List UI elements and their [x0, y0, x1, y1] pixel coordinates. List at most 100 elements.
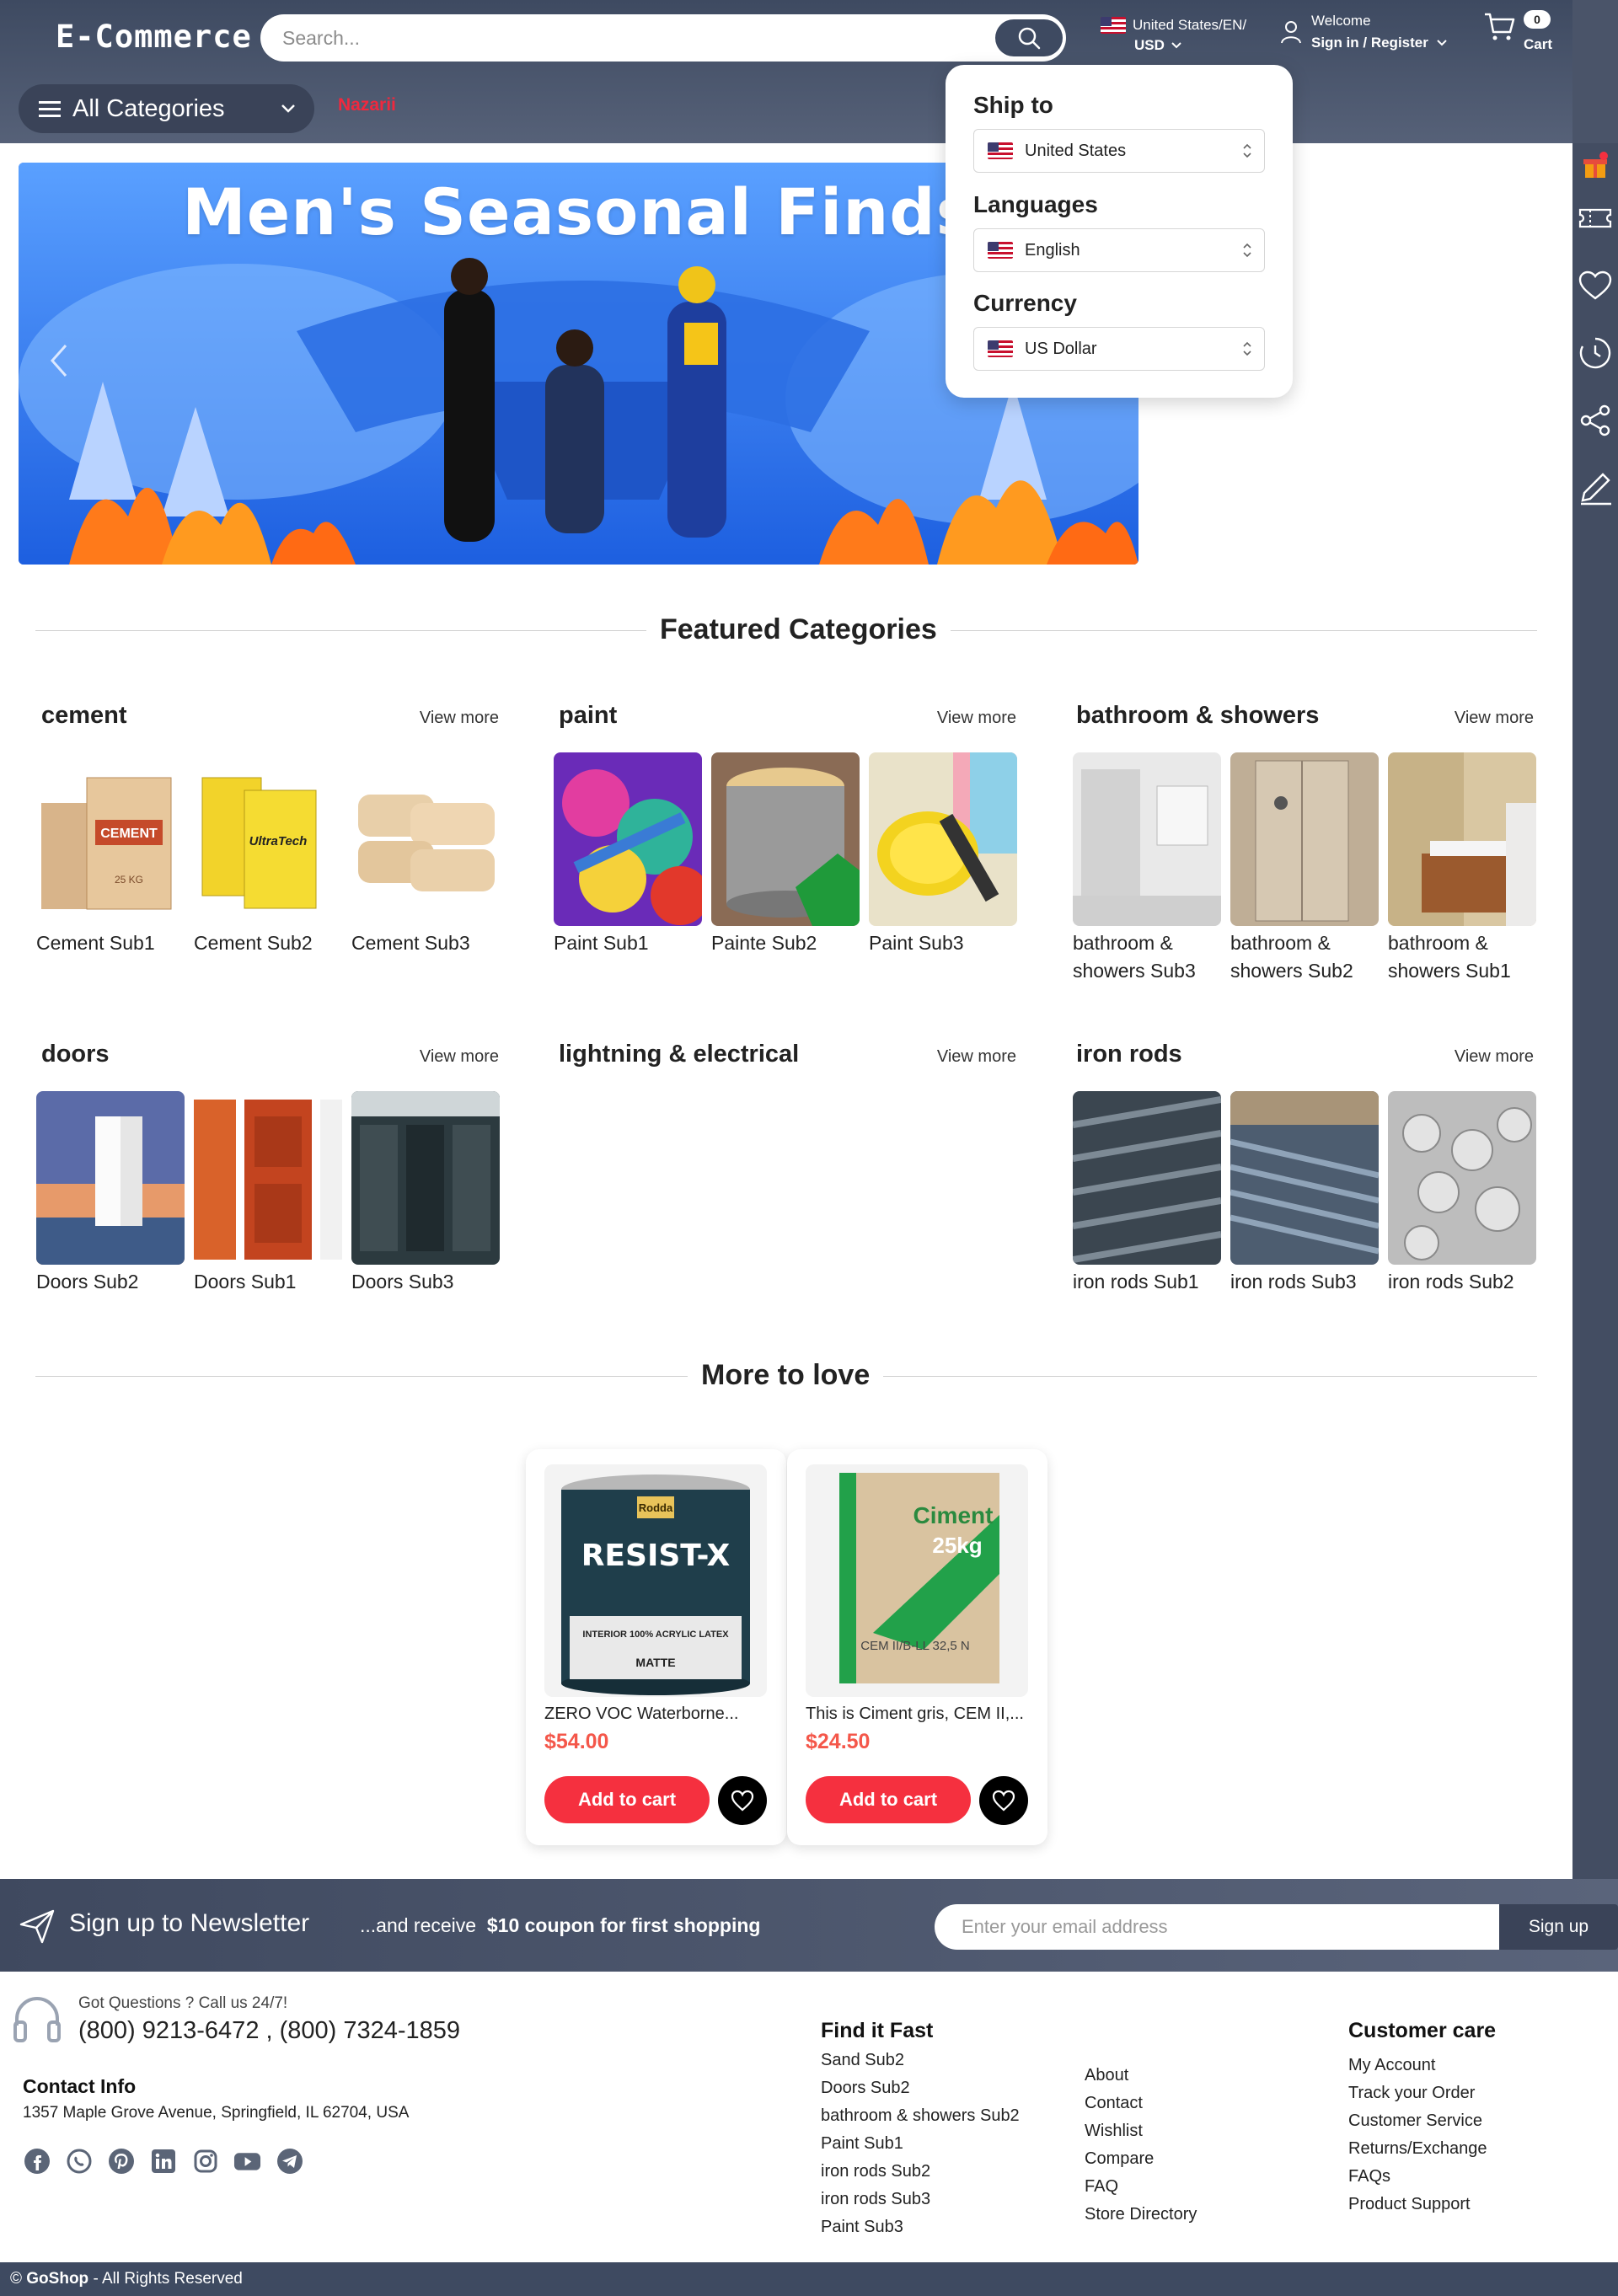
- product-card[interactable]: Rodda RESIST-X INTERIOR 100% ACRYLIC LATEX…: [526, 1449, 786, 1845]
- gift-button[interactable]: [1572, 143, 1618, 189]
- copyright-text: - All Rights Reserved: [93, 2270, 243, 2288]
- category-title[interactable]: bathroom & showers: [1076, 702, 1319, 730]
- languages-select[interactable]: English: [973, 228, 1265, 272]
- subcategory-tile[interactable]: iron rods Sub3: [1230, 1091, 1379, 1296]
- site-logo[interactable]: E-Commerce: [56, 19, 252, 55]
- iron-rods-image: [1230, 1091, 1379, 1265]
- locale-currency: USD: [1134, 37, 1165, 53]
- footer-link[interactable]: FAQ: [1085, 2173, 1197, 2201]
- share-icon: [1580, 404, 1610, 436]
- footer-link[interactable]: Contact: [1085, 2090, 1197, 2117]
- chevron-left-icon[interactable]: [49, 342, 69, 379]
- product-name[interactable]: This is Ciment gris, CEM II,...: [806, 1705, 1024, 1724]
- product-image: Rodda RESIST-X INTERIOR 100% ACRYLIC LATEX…: [544, 1464, 767, 1697]
- view-more-link[interactable]: View more: [937, 1047, 1016, 1067]
- category-title[interactable]: doors: [41, 1041, 110, 1068]
- currency-select[interactable]: US Dollar: [973, 327, 1265, 371]
- subcategory-tile[interactable]: Cement Sub3: [351, 752, 500, 957]
- nav-link-nazarii[interactable]: Nazarii: [338, 95, 396, 115]
- newsletter-email-input[interactable]: [935, 1904, 1499, 1950]
- product-image-text: INTERIOR 100% ACRYLIC LATEX: [582, 1630, 729, 1640]
- product-name[interactable]: ZERO VOC Waterborne...: [544, 1705, 738, 1724]
- whatsapp-icon[interactable]: [65, 2147, 93, 2175]
- view-more-link[interactable]: View more: [1455, 709, 1534, 728]
- view-more-link[interactable]: View more: [937, 709, 1016, 728]
- wishlist-rail-button[interactable]: [1572, 263, 1618, 308]
- all-categories-button[interactable]: All Categories: [19, 84, 314, 133]
- subcategory-tile[interactable]: CEMENT 25 KG Cement Sub1: [36, 752, 185, 957]
- product-card[interactable]: Ciment 25kg CEM II/B-LL 32,5 N This is Cim…: [787, 1449, 1047, 1845]
- wishlist-button[interactable]: [718, 1776, 767, 1825]
- share-button[interactable]: [1572, 398, 1618, 443]
- subcategory-label: Paint Sub1: [554, 932, 649, 954]
- footer-link[interactable]: Store Directory: [1085, 2201, 1197, 2229]
- subcategory-tile[interactable]: Doors Sub3: [351, 1091, 500, 1296]
- telegram-icon[interactable]: [276, 2147, 303, 2175]
- footer-link[interactable]: Product Support: [1348, 2191, 1496, 2218]
- category-title[interactable]: iron rods: [1076, 1041, 1182, 1068]
- footer-link[interactable]: About: [1085, 2062, 1197, 2090]
- account-menu[interactable]: Welcome Sign in / Register: [1279, 10, 1447, 54]
- us-flag-icon: [988, 142, 1013, 159]
- search-bar: [260, 14, 1066, 62]
- coupon-button[interactable]: [1572, 195, 1618, 241]
- footer-link[interactable]: Paint Sub1: [821, 2130, 1020, 2158]
- view-more-link[interactable]: View more: [1455, 1047, 1534, 1067]
- locale-selector[interactable]: United States/EN/ USD: [1101, 15, 1246, 56]
- subcategory-label: Doors Sub2: [36, 1271, 139, 1293]
- chevron-down-icon: [1171, 42, 1181, 49]
- category-title[interactable]: lightning & electrical: [559, 1041, 799, 1068]
- footer-link[interactable]: iron rods Sub3: [821, 2186, 1020, 2213]
- view-more-link[interactable]: View more: [420, 1047, 499, 1067]
- category-title[interactable]: paint: [559, 702, 617, 730]
- sign-in-link[interactable]: Sign in / Register: [1311, 32, 1428, 54]
- pinterest-icon[interactable]: [107, 2147, 135, 2175]
- footer-link[interactable]: My Account: [1348, 2052, 1496, 2079]
- newsletter-offer: ...and receive $10 coupon for first shop…: [360, 1914, 760, 1937]
- product-image-text: CEM II/B-LL 32,5 N: [860, 1639, 970, 1653]
- add-to-cart-button[interactable]: Add to cart: [806, 1776, 971, 1823]
- footer-link[interactable]: Customer Service: [1348, 2107, 1496, 2135]
- footer-link[interactable]: bathroom & showers Sub2: [821, 2102, 1020, 2130]
- subcategory-tile[interactable]: Paint Sub3: [869, 752, 1017, 957]
- category-doors: doors View more Doors Sub2 Doors Sub1 Do…: [35, 1041, 524, 1293]
- facebook-icon[interactable]: [23, 2147, 51, 2175]
- subcategory-tile[interactable]: bathroom & showers Sub2: [1230, 752, 1379, 985]
- search-input[interactable]: [282, 21, 990, 55]
- edit-button[interactable]: [1572, 465, 1618, 511]
- subcategory-tile[interactable]: Doors Sub2: [36, 1091, 185, 1296]
- footer-link[interactable]: FAQs: [1348, 2163, 1496, 2191]
- footer-link[interactable]: Returns/Exchange: [1348, 2135, 1496, 2163]
- footer-link[interactable]: Compare: [1085, 2145, 1197, 2173]
- subcategory-tile[interactable]: Paint Sub1: [554, 752, 702, 957]
- support-phones[interactable]: (800) 9213-6472 , (800) 7324-1859: [78, 2017, 460, 2045]
- subcategory-label: Cement Sub3: [351, 932, 470, 954]
- history-button[interactable]: [1572, 330, 1618, 376]
- locale-line1: United States/EN/: [1133, 17, 1247, 33]
- add-to-cart-button[interactable]: Add to cart: [544, 1776, 710, 1823]
- footer-link[interactable]: Sand Sub2: [821, 2047, 1020, 2074]
- wishlist-button[interactable]: [979, 1776, 1028, 1825]
- search-button[interactable]: [995, 19, 1063, 56]
- newsletter-signup-button[interactable]: Sign up: [1499, 1904, 1618, 1950]
- cart-button[interactable]: 0 Cart: [1483, 10, 1552, 52]
- footer-link[interactable]: Paint Sub3: [821, 2213, 1020, 2241]
- subcategory-tile[interactable]: Painte Sub2: [711, 752, 860, 957]
- subcategory-tile[interactable]: bathroom & showers Sub1: [1388, 752, 1536, 985]
- subcategory-tile[interactable]: iron rods Sub1: [1073, 1091, 1221, 1296]
- linkedin-icon[interactable]: [149, 2147, 177, 2175]
- subcategory-tile[interactable]: bathroom & showers Sub3: [1073, 752, 1221, 985]
- footer-link[interactable]: Doors Sub2: [821, 2074, 1020, 2102]
- category-title[interactable]: cement: [41, 702, 127, 730]
- subcategory-tile[interactable]: Doors Sub1: [194, 1091, 342, 1296]
- footer-link[interactable]: Wishlist: [1085, 2117, 1197, 2145]
- instagram-icon[interactable]: [191, 2147, 219, 2175]
- subcategory-tile[interactable]: iron rods Sub2: [1388, 1091, 1536, 1296]
- youtube-icon[interactable]: [233, 2147, 261, 2175]
- footer-link[interactable]: Track your Order: [1348, 2079, 1496, 2107]
- view-more-link[interactable]: View more: [420, 709, 499, 728]
- door-image: [351, 1091, 500, 1265]
- ship-to-select[interactable]: United States: [973, 129, 1265, 173]
- subcategory-tile[interactable]: UltraTech Cement Sub2: [194, 752, 342, 957]
- footer-link[interactable]: iron rods Sub2: [821, 2158, 1020, 2186]
